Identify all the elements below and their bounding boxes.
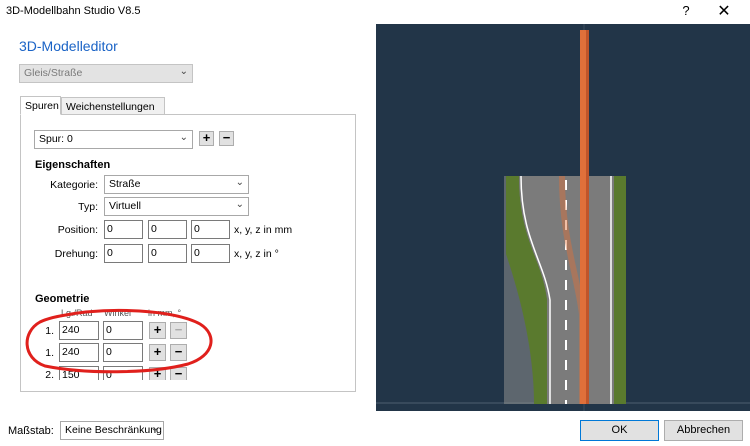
remove-spur-button[interactable]: − — [219, 131, 234, 146]
model-type-value: Gleis/Straße — [24, 67, 83, 79]
model-type-select: Gleis/Straße ⌄ — [19, 64, 193, 83]
spur-select[interactable]: Spur: 0 ⌄ — [34, 130, 193, 149]
eigenschaften-heading: Eigenschaften — [35, 159, 111, 171]
chevron-down-icon: ⌄ — [235, 177, 244, 188]
tab-weichenstellungen[interactable]: Weichenstellungen — [61, 97, 165, 115]
typ-label: Typ: — [78, 201, 98, 213]
typ-value: Virtuell — [109, 200, 141, 212]
segment-angle-input[interactable]: 0 — [103, 321, 143, 340]
3d-viewport[interactable] — [376, 24, 750, 411]
segment-length-input[interactable]: 240 — [59, 321, 99, 340]
scale-select[interactable]: Keine Beschränkung ⌄ — [60, 421, 164, 440]
chevron-down-icon: ⌄ — [235, 199, 244, 210]
ok-button[interactable]: OK — [580, 420, 659, 441]
help-icon[interactable]: ? — [676, 3, 696, 18]
track-preview — [376, 24, 750, 411]
column-header-length: Lg./Rad — [61, 308, 93, 318]
position-x-input[interactable]: 0 — [104, 220, 143, 239]
tab-spuren[interactable]: Spuren — [20, 96, 61, 115]
column-header-unit: in mm, ° — [148, 308, 182, 318]
cancel-button[interactable]: Abbrechen — [664, 420, 743, 441]
window-title: 3D-Modellbahn Studio V8.5 — [6, 5, 141, 17]
column-header-angle: Winkel — [104, 308, 132, 318]
kategorie-label: Kategorie: — [50, 179, 98, 191]
editor-title: 3D-Modelleditor — [19, 38, 118, 54]
position-unit: x, y, z in mm — [234, 224, 293, 236]
footer: Maßstab: Keine Beschränkung ⌄ OK Abbrech… — [0, 416, 750, 446]
chevron-down-icon: ⌄ — [150, 423, 159, 434]
segment-length-input[interactable]: 150 — [59, 366, 99, 381]
add-segment-button[interactable]: + — [149, 344, 166, 361]
kategorie-select[interactable]: Straße ⌄ — [104, 175, 249, 194]
scale-value: Keine Beschränkung — [65, 424, 162, 436]
chevron-down-icon: ⌄ — [179, 132, 188, 143]
drehung-z-input[interactable]: 0 — [191, 244, 230, 263]
segment-angle-input[interactable]: 0 — [103, 343, 143, 362]
drehung-y-input[interactable]: 0 — [148, 244, 187, 263]
title-bar: 3D-Modellbahn Studio V8.5 ? ✕ — [0, 0, 750, 24]
spur-value: Spur: 0 — [39, 133, 73, 145]
segment-index: 1. — [45, 347, 54, 359]
position-y-input[interactable]: 0 — [148, 220, 187, 239]
segment-angle-input[interactable]: 0 — [103, 366, 143, 381]
add-spur-button[interactable]: + — [199, 131, 214, 146]
remove-segment-button[interactable]: − — [170, 367, 187, 380]
close-icon[interactable]: ✕ — [712, 1, 736, 21]
segment-length-input[interactable]: 240 — [59, 343, 99, 362]
chevron-down-icon: ⌄ — [179, 66, 188, 77]
typ-select[interactable]: Virtuell ⌄ — [104, 197, 249, 216]
drehung-label: Drehung: — [54, 248, 98, 260]
add-segment-button[interactable]: + — [149, 367, 166, 380]
segment-index: 1. — [45, 325, 54, 337]
add-segment-button[interactable]: + — [149, 322, 166, 339]
scale-label: Maßstab: — [8, 425, 54, 437]
drehung-unit: x, y, z in ° — [234, 248, 279, 260]
drehung-x-input[interactable]: 0 — [104, 244, 143, 263]
geometrie-heading: Geometrie — [35, 293, 90, 305]
position-label: Position: — [57, 224, 98, 236]
segment-index: 2. — [45, 369, 54, 381]
position-z-input[interactable]: 0 — [191, 220, 230, 239]
remove-segment-button[interactable]: − — [170, 344, 187, 361]
remove-segment-button[interactable]: − — [170, 322, 187, 339]
kategorie-value: Straße — [109, 178, 141, 190]
